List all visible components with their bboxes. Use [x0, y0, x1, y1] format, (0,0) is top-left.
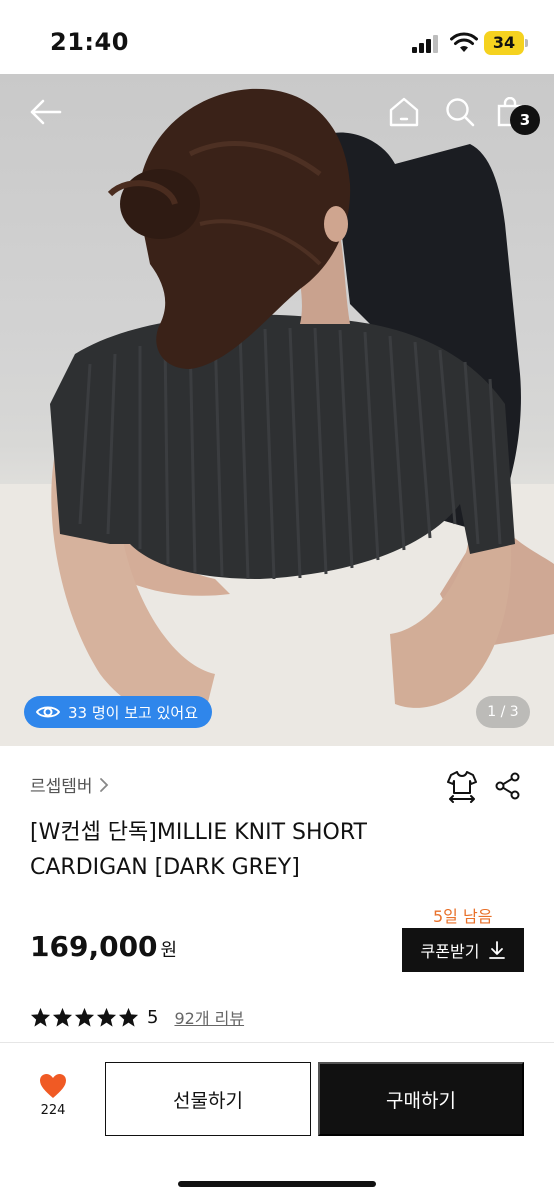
star-icon: [30, 1007, 51, 1027]
tshirt-size-icon: [447, 771, 477, 803]
share-icon: [495, 772, 520, 800]
like-button[interactable]: 224: [28, 1073, 78, 1133]
bottom-action-bar: 224 선물하기 구매하기: [0, 1042, 554, 1200]
eye-icon: [36, 706, 60, 718]
brand-name: 르셉템버: [30, 777, 93, 797]
heart-icon: [40, 1074, 66, 1098]
signal-icon: [412, 35, 442, 53]
search-button[interactable]: [440, 92, 480, 132]
review-count-link[interactable]: 92개 리뷰: [174, 1005, 244, 1029]
back-button[interactable]: [24, 94, 68, 130]
coupon-deadline: 5일 남음: [433, 907, 493, 926]
viewers-text: 33 명이 보고 있어요: [68, 703, 198, 722]
battery-indicator: 34: [484, 31, 528, 55]
rating-value: 5: [147, 1006, 159, 1028]
product-title: [W컨셉 단독]MILLIE KNIT SHORT CARDIGAN [DARK…: [30, 820, 367, 880]
coupon-button-label: 쿠폰받기: [420, 944, 480, 961]
status-bar: 21:40 34: [0, 0, 554, 74]
star-icon: [118, 1007, 139, 1027]
chevron-right-icon: [99, 777, 108, 792]
home-indicator: [178, 1181, 376, 1187]
wifi-icon: [450, 32, 478, 52]
home-button[interactable]: [384, 94, 424, 130]
live-viewers-badge: 33 명이 보고 있어요: [24, 696, 212, 728]
share-button[interactable]: [490, 768, 526, 804]
rating-row: 5 92개 리뷰: [30, 1005, 244, 1029]
price: 169,000 원: [30, 930, 177, 963]
product-photo: [0, 88, 554, 746]
brand-link[interactable]: 르셉템버: [30, 772, 109, 797]
buy-button[interactable]: 구매하기: [318, 1062, 524, 1136]
rating-stars: [30, 1007, 139, 1027]
like-count: 224: [40, 1103, 66, 1118]
star-icon: [96, 1007, 117, 1027]
cart-count-badge: 3: [510, 105, 540, 135]
gift-button[interactable]: 선물하기: [105, 1062, 311, 1136]
star-icon: [52, 1007, 73, 1027]
price-value: 169,000: [30, 930, 158, 963]
price-unit: 원: [160, 940, 178, 961]
search-icon: [446, 98, 475, 127]
status-time: 21:40: [50, 28, 129, 56]
product-image-carousel[interactable]: 3 33 명이 보고 있어요 1 / 3: [0, 74, 554, 746]
home-icon: [389, 97, 419, 127]
arrow-left-icon: [30, 99, 62, 125]
size-guide-button[interactable]: [444, 768, 480, 804]
coupon-download-button[interactable]: 쿠폰받기: [402, 928, 524, 972]
image-page-indicator: 1 / 3: [476, 696, 530, 728]
star-icon: [74, 1007, 95, 1027]
download-icon: [489, 941, 506, 959]
